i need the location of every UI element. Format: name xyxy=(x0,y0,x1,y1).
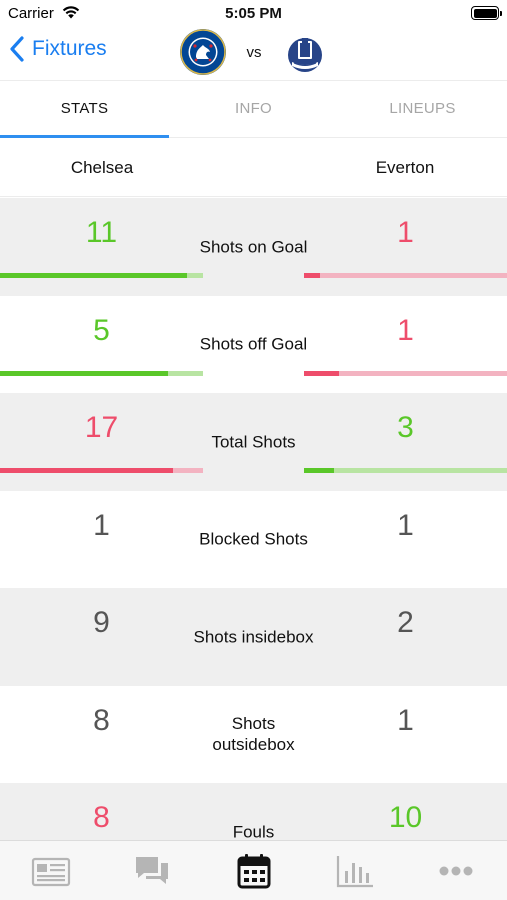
chevron-left-icon xyxy=(10,36,24,62)
stat-row-shots-off-goal: 5 Shots off Goal 1 xyxy=(0,296,507,394)
home-stat-value: 1 xyxy=(93,508,110,542)
home-stat-value: 9 xyxy=(93,606,110,639)
home-stat-bar xyxy=(0,468,203,473)
stat-row-shots-on-goal: 11 Shots on Goal 1 xyxy=(0,198,507,296)
home-stat-value: 17 xyxy=(84,411,119,444)
away-stat-bar xyxy=(304,273,507,278)
stat-label: Shots on Goal xyxy=(199,237,308,257)
tab-more[interactable] xyxy=(406,841,507,900)
away-stat-value: 1 xyxy=(397,703,414,737)
stat-label: Shots off Goal xyxy=(199,334,308,354)
home-stat-value: 8 xyxy=(93,801,110,834)
stat-label: Total Shots xyxy=(211,432,296,452)
stat-row-shots-outsidebox: 8 Shots outsidebox 1 xyxy=(0,686,507,784)
news-icon xyxy=(31,857,70,886)
away-stat-value: 1 xyxy=(397,508,414,542)
tab-chat[interactable] xyxy=(101,841,202,900)
everton-crest-icon xyxy=(288,36,322,73)
segment-tabs: STATS INFO LINEUPS xyxy=(0,80,507,138)
away-stat-value: 2 xyxy=(397,606,414,639)
away-team-name: Everton xyxy=(375,158,435,177)
home-stat-bar xyxy=(0,370,203,376)
tab-info[interactable]: INFO xyxy=(169,81,338,137)
nav-bar: Fixtures vs xyxy=(0,28,507,78)
stats-list[interactable]: 11 Shots on Goal 1 5 Shots off Goal 1 17… xyxy=(0,198,507,840)
team-names-row: Chelsea Everton xyxy=(0,139,507,197)
home-stat-value: 8 xyxy=(93,703,110,737)
stat-label: Fouls xyxy=(232,822,275,840)
chat-icon xyxy=(136,856,169,884)
tab-fixtures[interactable] xyxy=(203,841,304,900)
stat-label: Shots insidebox xyxy=(193,627,314,647)
bottom-tab-bar xyxy=(0,840,507,900)
tab-stats-bottom[interactable] xyxy=(304,841,405,900)
tab-lineups[interactable]: LINEUPS xyxy=(338,81,507,137)
back-button-label: Fixtures xyxy=(32,37,107,60)
tab-news[interactable] xyxy=(0,841,101,900)
stat-row-fouls: 8 Fouls 10 xyxy=(0,783,507,840)
stat-row-blocked-shots: 1 Blocked Shots 1 xyxy=(0,491,507,589)
away-stat-value: 3 xyxy=(397,411,414,444)
clock: 5:05 PM xyxy=(225,5,282,22)
chelsea-crest-icon xyxy=(180,29,226,75)
stats-icon xyxy=(336,855,373,887)
battery-icon xyxy=(471,6,502,20)
away-stat-value: 1 xyxy=(397,216,414,249)
home-team-name: Chelsea xyxy=(70,158,134,177)
away-stat-bar xyxy=(304,468,507,473)
status-bar: Carrier 5:05 PM xyxy=(0,0,507,28)
calendar-icon xyxy=(237,853,271,888)
home-stat-value: 11 xyxy=(85,216,118,249)
stat-label: Shots outsidebox xyxy=(212,714,295,755)
stat-row-shots-insidebox: 9 Shots insidebox 2 xyxy=(0,588,507,686)
home-stat-bar xyxy=(0,273,203,278)
away-stat-value: 10 xyxy=(388,801,423,834)
back-button[interactable]: Fixtures xyxy=(8,36,107,62)
more-icon xyxy=(439,866,473,875)
home-stat-value: 5 xyxy=(93,313,110,347)
stat-label: Blocked Shots xyxy=(199,529,308,549)
away-stat-bar xyxy=(304,370,507,376)
away-stat-value: 1 xyxy=(397,313,414,347)
stat-row-total-shots: 17 Total Shots 3 xyxy=(0,393,507,491)
tab-stats[interactable]: STATS xyxy=(0,81,169,138)
versus-label: vs xyxy=(246,44,262,61)
